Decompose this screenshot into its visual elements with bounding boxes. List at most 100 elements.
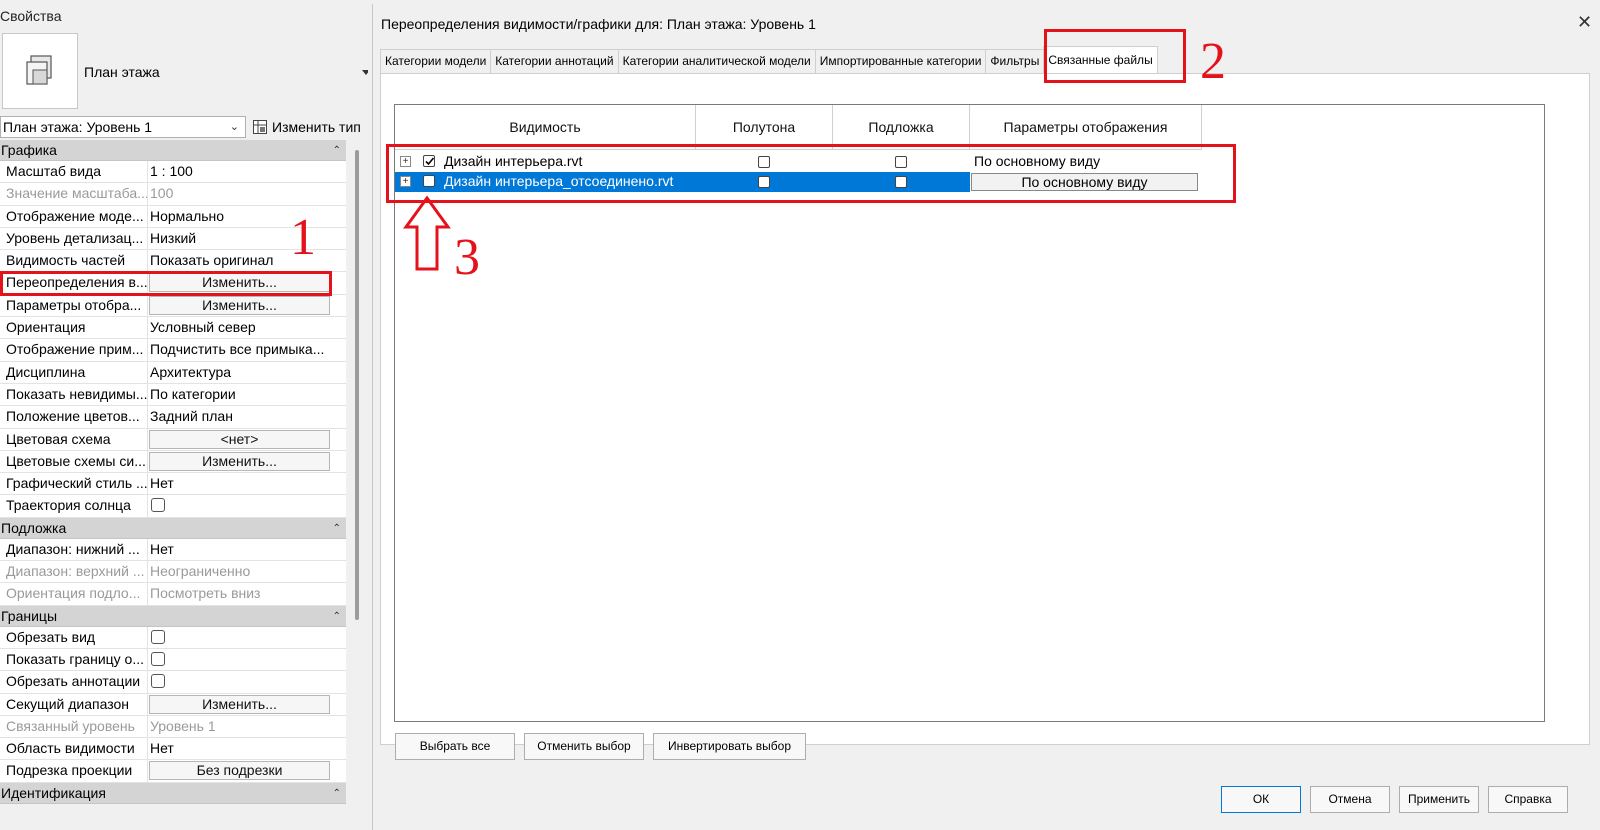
property-row[interactable]: Показать невидимы... По категории — [0, 383, 346, 407]
type-dropdown-arrow-icon[interactable] — [362, 70, 368, 75]
property-row[interactable]: Обрезать аннотации — [0, 671, 346, 694]
section-header[interactable]: Границы ⌃ — [0, 605, 346, 627]
display-settings-button[interactable]: По основному виду — [971, 173, 1198, 191]
revit-window: Свойства План этажа План этажа: Уровень … — [0, 0, 1600, 830]
table-row[interactable]: + Дизайн интерьера_отсоединено.rvt По осно… — [395, 172, 1202, 192]
deselect-button[interactable]: Отменить выбор — [524, 733, 644, 760]
underlay-cell[interactable] — [833, 172, 970, 192]
section-header[interactable]: Подложка ⌃ — [0, 517, 346, 539]
table-row[interactable]: + Дизайн интерьера.rvt По основному виду — [395, 152, 1202, 172]
property-value[interactable]: Изменить... — [148, 451, 346, 472]
section-header[interactable]: Графика ⌃ — [0, 140, 346, 161]
section-header[interactable]: Идентификация ⌃ — [0, 782, 346, 804]
edit-type-button[interactable]: Изменить тип — [252, 116, 361, 138]
collapse-icon[interactable]: ⌃ — [333, 518, 341, 539]
property-edit-button[interactable]: Изменить... — [149, 694, 330, 714]
invert-selection-button[interactable]: Инвертировать выбор — [653, 733, 806, 760]
property-value[interactable]: Изменить... — [148, 295, 346, 316]
display-settings-cell[interactable]: По основному виду — [970, 152, 1202, 172]
visibility-checkbox[interactable] — [423, 175, 435, 187]
halftone-cell[interactable] — [696, 172, 833, 192]
collapse-icon[interactable]: ⌃ — [333, 606, 341, 627]
property-checkbox[interactable] — [151, 651, 165, 666]
property-row[interactable]: Дисциплина Архитектура — [0, 361, 346, 384]
column-underlay[interactable]: Подложка — [833, 105, 970, 150]
apply-button[interactable]: Применить — [1399, 786, 1479, 813]
ok-button[interactable]: ОК — [1221, 786, 1301, 813]
property-row[interactable]: Секущий диапазон Изменить... — [0, 693, 346, 716]
tab-1[interactable]: Категории модели — [380, 49, 492, 73]
collapse-icon[interactable]: ⌃ — [333, 140, 341, 161]
tab-6[interactable]: Связанные файлы — [1043, 46, 1158, 73]
property-row[interactable]: Траектория солнца — [0, 495, 346, 518]
tab-3[interactable]: Категории аналитической модели — [617, 49, 816, 73]
property-value[interactable] — [148, 627, 346, 648]
display-settings-cell[interactable]: По основному виду — [970, 172, 1202, 192]
property-edit-button[interactable]: Изменить... — [149, 295, 330, 315]
property-row[interactable]: Переопределения в... Изменить... — [0, 272, 346, 295]
property-edit-button[interactable]: <нет> — [149, 429, 330, 449]
column-display-settings[interactable]: Параметры отображения — [970, 105, 1202, 150]
collapse-icon[interactable]: ⌃ — [333, 783, 341, 804]
property-checkbox[interactable] — [151, 498, 165, 513]
property-row[interactable]: Цветовая схема <нет> — [0, 428, 346, 451]
property-name: Значение масштаба... — [0, 183, 148, 205]
halftone-cell[interactable] — [696, 152, 833, 172]
property-row[interactable]: Ориентация подло... Посмотреть вниз — [0, 583, 346, 606]
expand-icon[interactable]: + — [400, 176, 411, 187]
property-row[interactable]: Значение масштаба... 100 — [0, 183, 346, 206]
column-halftone[interactable]: Полутона — [696, 105, 833, 150]
property-row[interactable]: Обрезать вид — [0, 626, 346, 649]
annotation-label-1: 1 — [290, 209, 316, 266]
property-row[interactable]: Подрезка проекции Без подрезки — [0, 760, 346, 783]
help-button[interactable]: Справка — [1488, 786, 1568, 813]
property-value[interactable]: <нет> — [148, 429, 346, 450]
type-selector[interactable]: План этажа — [0, 30, 368, 112]
property-row[interactable]: Графический стиль ... Нет — [0, 473, 346, 496]
column-visibility[interactable]: Видимость — [395, 105, 696, 150]
tab-4[interactable]: Импортированные категории — [814, 49, 987, 73]
underlay-cell[interactable] — [833, 152, 970, 172]
tab-2[interactable]: Категории аннотаций — [490, 49, 619, 73]
property-value: Нет — [150, 740, 174, 757]
property-name: Секущий диапазон — [0, 693, 148, 715]
property-row[interactable]: Цветовые схемы си... Изменить... — [0, 450, 346, 474]
underlay-checkbox[interactable] — [895, 156, 907, 168]
halftone-checkbox[interactable] — [758, 156, 770, 168]
property-edit-button[interactable]: Без подрезки — [149, 761, 330, 781]
halftone-checkbox[interactable] — [758, 176, 770, 188]
close-icon[interactable]: ✕ — [1577, 12, 1592, 33]
cancel-button[interactable]: Отмена — [1310, 786, 1390, 813]
property-row[interactable]: Параметры отобра... Изменить... — [0, 294, 346, 318]
visibility-cell[interactable]: + Дизайн интерьера.rvt — [395, 152, 696, 172]
property-value[interactable]: Изменить... — [148, 694, 346, 715]
property-value[interactable] — [148, 495, 346, 516]
property-value[interactable] — [148, 671, 346, 692]
properties-scrollbar[interactable] — [355, 150, 359, 620]
property-edit-button[interactable]: Изменить... — [149, 451, 330, 471]
select-all-button[interactable]: Выбрать все — [395, 733, 515, 760]
visibility-checkbox[interactable] — [423, 155, 435, 167]
tab-5[interactable]: Фильтры — [985, 49, 1045, 73]
property-value[interactable]: Без подрезки — [148, 760, 346, 781]
property-name: Ориентация подло... — [0, 583, 148, 605]
property-row[interactable]: Показать границу о... — [0, 648, 346, 672]
underlay-checkbox[interactable] — [895, 176, 907, 188]
property-value: Условный север — [150, 319, 256, 336]
property-row[interactable]: Область видимости Нет — [0, 738, 346, 761]
property-row[interactable]: Ориентация Условный север — [0, 317, 346, 340]
property-value[interactable] — [148, 649, 346, 670]
property-checkbox[interactable] — [151, 674, 165, 689]
property-row[interactable]: Положение цветов... Задний план — [0, 406, 346, 429]
property-checkbox[interactable] — [151, 629, 165, 644]
property-row[interactable]: Масштаб вида 1 : 100 — [0, 161, 346, 184]
visibility-cell[interactable]: + Дизайн интерьера_отсоединено.rvt — [395, 172, 696, 192]
property-row[interactable]: Отображение прим... Подчистить все примык… — [0, 339, 346, 362]
property-row[interactable]: Диапазон: верхний ... Неограниченно — [0, 561, 346, 584]
property-edit-button[interactable]: Изменить... — [149, 273, 330, 293]
property-value[interactable]: Изменить... — [148, 272, 346, 293]
property-row[interactable]: Диапазон: нижний ... Нет — [0, 538, 346, 562]
expand-icon[interactable]: + — [400, 156, 411, 167]
view-selector[interactable]: План этажа: Уровень 1 ⌄ — [0, 116, 246, 138]
property-row[interactable]: Связанный уровень Уровень 1 — [0, 715, 346, 739]
